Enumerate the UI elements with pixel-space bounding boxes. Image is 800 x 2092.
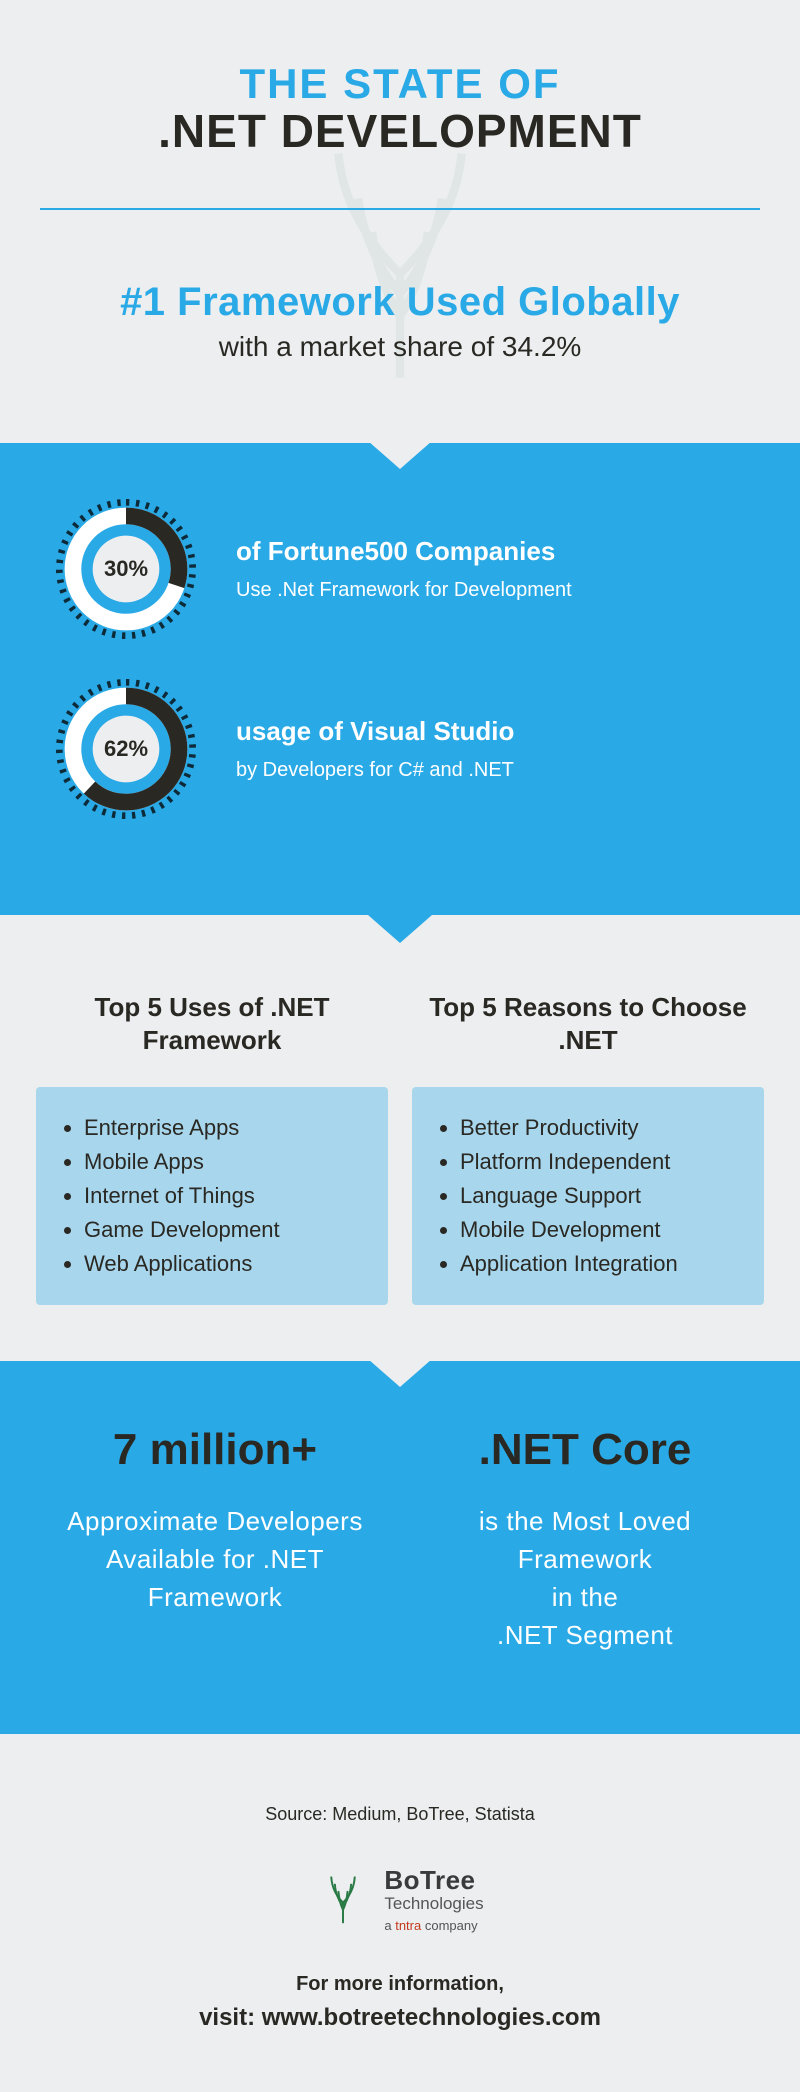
donut-value: 30% xyxy=(104,556,148,582)
logo-sub-text: Technologies xyxy=(384,1894,483,1914)
fact-text: is the Most Loved Framework in the .NET … xyxy=(410,1503,760,1654)
visit-url: visit: www.botreetechnologies.com xyxy=(40,2004,760,2032)
stat-title: usage of Visual Studio xyxy=(236,716,514,747)
list-box-uses: Enterprise Apps Mobile Apps Internet of … xyxy=(36,1087,388,1305)
list-item: Game Development xyxy=(84,1213,364,1247)
logo: BoTree Technologies a tntra company xyxy=(40,1865,760,1933)
donut-chart: 62% xyxy=(56,679,196,819)
fact-headline: .NET Core xyxy=(410,1425,760,1475)
notch-icon xyxy=(368,1359,432,1387)
list-box-reasons: Better Productivity Platform Independent… xyxy=(412,1087,764,1305)
footer: Source: Medium, BoTree, Statista xyxy=(0,1734,800,2092)
list-heading-uses: Top 5 Uses of .NET Framework xyxy=(36,991,388,1063)
source-text: Source: Medium, BoTree, Statista xyxy=(40,1804,760,1825)
subheadline-sub: with a market share of 34.2% xyxy=(40,331,760,363)
more-info-text: For more information, xyxy=(40,1973,760,1996)
facts-band: 7 million+ Approximate Developers Availa… xyxy=(0,1361,800,1734)
list-item: Better Productivity xyxy=(460,1111,740,1145)
fact-headline: 7 million+ xyxy=(40,1425,390,1475)
fact-text: Approximate Developers Available for .NE… xyxy=(40,1503,390,1616)
list-item: Platform Independent xyxy=(460,1145,740,1179)
stat-title: of Fortune500 Companies xyxy=(236,536,572,567)
header: THE STATE OF .NET DEVELOPMENT xyxy=(0,0,800,188)
list-heading-reasons: Top 5 Reasons to Choose .NET xyxy=(412,991,764,1063)
list-item: Internet of Things xyxy=(84,1179,364,1213)
notch-icon xyxy=(368,441,432,469)
list-item: Language Support xyxy=(460,1179,740,1213)
donut-value: 62% xyxy=(104,736,148,762)
logo-main-text: BoTree xyxy=(384,1865,475,1895)
list-item: Mobile Development xyxy=(460,1213,740,1247)
list-item: Mobile Apps xyxy=(84,1145,364,1179)
donut-chart: 30% xyxy=(56,499,196,639)
notch-icon xyxy=(368,915,432,943)
subheadline-title: #1 Framework Used Globally xyxy=(40,280,760,325)
botree-logo-icon xyxy=(316,1872,370,1926)
list-item: Enterprise Apps xyxy=(84,1111,364,1145)
lists-section: Top 5 Uses of .NET Framework Enterprise … xyxy=(0,915,800,1361)
stat-row: 30% of Fortune500 Companies Use .Net Fra… xyxy=(56,499,744,639)
list-item: Application Integration xyxy=(460,1247,740,1281)
list-item: Web Applications xyxy=(84,1247,364,1281)
stat-sub: Use .Net Framework for Development xyxy=(236,579,572,602)
stat-sub: by Developers for C# and .NET xyxy=(236,759,514,782)
logo-tagline: a tntra company xyxy=(384,1918,483,1933)
stat-row: 62% usage of Visual Studio by Developers… xyxy=(56,679,744,819)
stats-band: 30% of Fortune500 Companies Use .Net Fra… xyxy=(0,443,800,915)
